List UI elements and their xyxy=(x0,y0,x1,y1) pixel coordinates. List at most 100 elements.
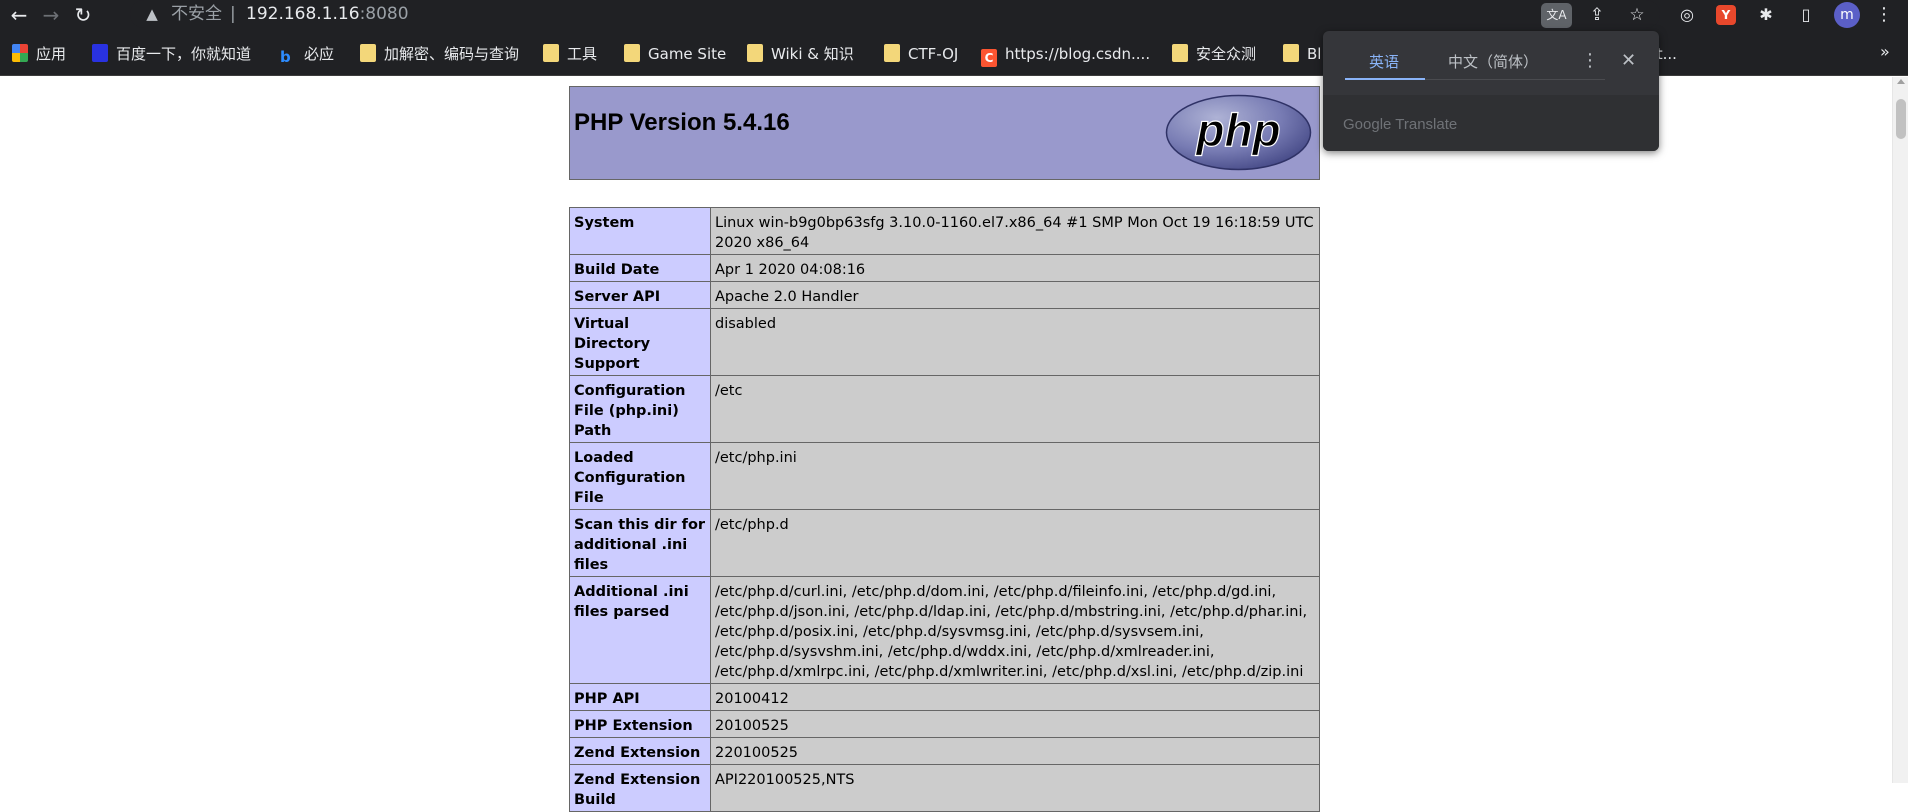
bookmark-csdn[interactable]: Chttps://blog.csdn.... xyxy=(981,43,1151,67)
row-key: Zend Extension Build xyxy=(569,764,711,812)
bookmark-bing[interactable]: b 必应 xyxy=(280,43,335,66)
row-value: /etc/php.d xyxy=(710,509,1320,577)
vertical-scrollbar[interactable] xyxy=(1892,77,1908,783)
row-value: /etc xyxy=(710,375,1320,443)
row-value: /etc/php.ini xyxy=(710,442,1320,510)
php-logo-text: php xyxy=(1194,104,1280,156)
folder-icon xyxy=(543,44,559,62)
bookmark-label: CTF-OJ xyxy=(908,45,959,63)
translate-popup: 英语 中文（简体） ⋮ ✕ Google Translate xyxy=(1323,31,1659,151)
extension-red-icon[interactable]: Y xyxy=(1716,5,1736,25)
php-version-title: PHP Version 5.4.16 xyxy=(574,109,790,136)
baidu-icon xyxy=(92,44,108,62)
page-content: PHP Version 5.4.16 php System Linux win-b… xyxy=(0,77,1892,812)
warning-icon[interactable]: ▲ xyxy=(142,4,162,24)
row-key: Additional .ini files parsed xyxy=(569,576,711,684)
row-key: Scan this dir for additional .ini files xyxy=(569,509,711,577)
bookmark-folder-crypto[interactable]: 加解密、编码与查询 xyxy=(360,43,519,65)
bookmark-star-icon[interactable]: ☆ xyxy=(1624,3,1650,27)
bookmark-folder-ctf[interactable]: CTF-OJ xyxy=(884,43,958,65)
table-row: System Linux win-b9g0bp63sfg 3.10.0-1160.… xyxy=(569,207,1320,255)
bookmark-label: 应用 xyxy=(36,45,67,63)
row-key: Virtual Directory Support xyxy=(569,308,711,376)
bookmark-label: 必应 xyxy=(304,45,335,63)
bookmark-folder-game[interactable]: Game Site xyxy=(624,43,726,65)
url-port: :8080 xyxy=(359,4,409,24)
security-label[interactable]: 不安全 xyxy=(171,4,222,24)
row-key: PHP API xyxy=(569,683,711,711)
active-tab-indicator xyxy=(1345,78,1425,80)
forward-icon[interactable]: → xyxy=(38,3,64,29)
back-icon[interactable]: ← xyxy=(6,3,32,29)
folder-icon xyxy=(624,44,640,62)
bookmark-label: 加解密、编码与查询 xyxy=(384,45,520,63)
row-value: disabled xyxy=(710,308,1320,376)
row-key: Configuration File (php.ini) Path xyxy=(569,375,711,443)
bookmarks-overflow-icon[interactable]: » xyxy=(1880,41,1890,63)
row-value: 20100412 xyxy=(710,683,1320,711)
row-value: 220100525 xyxy=(710,737,1320,765)
reload-icon[interactable]: ↻ xyxy=(70,3,96,29)
table-row: PHP Extension 20100525 xyxy=(569,710,1320,738)
table-row: Loaded Configuration File/etc/php.ini xyxy=(569,442,1320,510)
side-panel-icon[interactable]: ▯ xyxy=(1793,3,1819,27)
scroll-up-icon[interactable] xyxy=(1897,79,1905,84)
folder-icon xyxy=(747,44,763,62)
extensions-puzzle-icon[interactable]: ✱ xyxy=(1753,3,1779,27)
tab-divider xyxy=(1425,79,1605,80)
bookmark-label: Game Site xyxy=(648,45,727,63)
bookmark-label: https://blog.csdn.... xyxy=(1005,45,1151,63)
row-value: /etc/php.d/curl.ini, /etc/php.d/dom.ini,… xyxy=(710,576,1320,684)
table-row: Build Date Apr 1 2020 04:08:16 xyxy=(569,254,1320,282)
translate-footer: Google Translate xyxy=(1323,95,1659,151)
table-row: PHP API 20100412 xyxy=(569,683,1320,711)
browser-toolbar: ← → ↻ ▲ 不安全 | 192.168.1.16:8080 文A ⇪ ☆ ◎… xyxy=(0,0,1908,31)
row-value: Apr 1 2020 04:08:16 xyxy=(710,254,1320,282)
tab-source-language[interactable]: 英语 xyxy=(1369,51,1399,73)
omnibox-separator: | xyxy=(230,4,236,24)
url-host: 192.168.1.16 xyxy=(246,4,360,24)
table-row: Zend Extension Build API220100525,NTS xyxy=(569,764,1320,812)
share-icon[interactable]: ⇪ xyxy=(1584,3,1610,27)
scrollbar-thumb[interactable] xyxy=(1896,99,1906,139)
close-icon[interactable]: ✕ xyxy=(1621,49,1636,73)
row-value: API220100525,NTS xyxy=(710,764,1320,812)
row-value: Linux win-b9g0bp63sfg 3.10.0-1160.el7.x8… xyxy=(710,207,1320,255)
bookmark-folder-tools[interactable]: 工具 xyxy=(543,43,597,65)
translate-page-icon[interactable]: 文A xyxy=(1541,3,1572,28)
bookmark-label: 安全众测 xyxy=(1196,45,1257,63)
url-text[interactable]: 192.168.1.16:8080 xyxy=(246,3,409,25)
tab-target-language[interactable]: 中文（简体） xyxy=(1448,51,1538,73)
phpinfo-table: System Linux win-b9g0bp63sfg 3.10.0-1160.… xyxy=(569,207,1320,812)
profile-avatar[interactable]: m xyxy=(1834,2,1860,28)
bing-icon: b xyxy=(280,48,291,66)
more-options-icon[interactable]: ⋮ xyxy=(1581,49,1599,73)
bookmark-label: Bl xyxy=(1307,45,1322,63)
table-row: Virtual Directory Support disabled xyxy=(569,308,1320,376)
php-header: PHP Version 5.4.16 php xyxy=(569,86,1320,180)
browser-menu-icon[interactable]: ⋮ xyxy=(1874,3,1894,29)
bookmark-folder-security[interactable]: 安全众测 xyxy=(1172,43,1256,65)
row-key: PHP Extension xyxy=(569,710,711,738)
bookmark-label: Wiki & 知识 xyxy=(771,45,854,63)
row-value: Apache 2.0 Handler xyxy=(710,281,1320,309)
folder-icon xyxy=(884,44,900,62)
bookmark-baidu[interactable]: 百度一下，你就知道 xyxy=(92,43,251,65)
apps-icon xyxy=(12,44,28,62)
table-row: Additional .ini files parsed/etc/php.d/c… xyxy=(569,576,1320,684)
row-key: Server API xyxy=(569,281,711,309)
row-key: Build Date xyxy=(569,254,711,282)
csdn-icon: C xyxy=(981,49,997,67)
folder-icon xyxy=(1283,44,1299,62)
table-row: Zend Extension 220100525 xyxy=(569,737,1320,765)
row-value: 20100525 xyxy=(710,710,1320,738)
extension-reader-icon[interactable]: ◎ xyxy=(1674,3,1700,27)
php-logo[interactable]: php xyxy=(1165,94,1312,171)
row-key: Loaded Configuration File xyxy=(569,442,711,510)
row-key: System xyxy=(569,207,711,255)
row-key: Zend Extension xyxy=(569,737,711,765)
bookmark-apps[interactable]: 应用 xyxy=(12,43,66,65)
bookmark-label: 百度一下，你就知道 xyxy=(116,45,252,63)
bookmark-folder-bl[interactable]: Bl xyxy=(1283,43,1321,65)
bookmark-folder-wiki[interactable]: Wiki & 知识 xyxy=(747,43,854,65)
